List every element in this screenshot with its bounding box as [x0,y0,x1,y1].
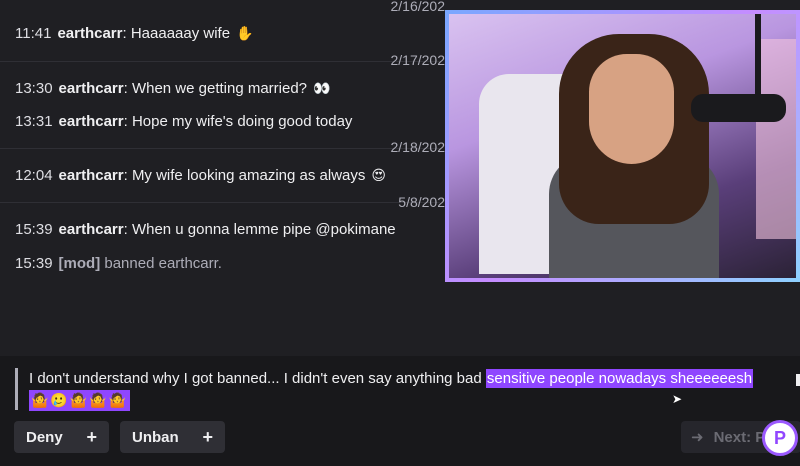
quote-bar [15,368,18,410]
message-text: When we getting married? [131,80,308,97]
appeal-text-plain: I don't understand why I got banned... I… [29,370,486,387]
streamer-face [589,54,674,164]
scrollbar[interactable] [796,374,800,386]
plus-icon: + [202,426,213,447]
message-username[interactable]: earthcarr [59,221,124,238]
message-username[interactable]: earthcarr [59,167,124,184]
mod-action-text: banned earthcarr. [104,255,222,272]
message-text: Haaaaaay wife [130,25,231,42]
message-username[interactable]: earthcarr [59,80,124,97]
mouse-cursor-icon: ➤ [672,392,683,406]
message-time: 13:30 [15,80,53,97]
date-separator: 2/17/202 [390,52,446,68]
unban-label: Unban [132,428,179,446]
mic-arm [755,14,761,104]
divider [0,61,440,62]
unban-request-panel: I don't understand why I got banned... I… [0,356,800,466]
next-label: Next: P [713,428,766,446]
appeal-emojis: 🤷🥲🤷🤷🤷 [29,390,131,411]
emote-icon: 👀 [313,80,331,96]
chat-message: 13:30 earthcarr: When we getting married?… [15,80,331,97]
deny-label: Deny [26,428,63,446]
microphone-icon [691,94,786,122]
emote-icon: ✋ [236,25,254,41]
message-username[interactable]: earthcarr [57,25,122,42]
background-lamp [756,39,796,239]
divider [0,202,440,203]
message-username[interactable]: earthcarr [59,113,124,130]
arrow-right-icon: ➜ [691,429,704,446]
date-separator: 2/16/202 [390,0,446,14]
unban-button[interactable]: Unban + [120,421,225,453]
webcam-overlay [445,10,800,282]
plus-icon: + [86,426,97,447]
message-time: 15:39 [15,221,53,238]
appeal-message: I don't understand why I got banned... I… [29,369,754,388]
chat-message: 15:39 earthcarr: When u gonna lemme pipe … [15,221,396,238]
message-text: Hope my wife's doing good today [131,113,353,130]
message-time: 11:41 [15,25,52,42]
message-time: 15:39 [15,255,53,272]
channel-logo-icon: P [762,420,798,456]
message-text: When u gonna lemme pipe @pokimane [131,221,396,238]
chat-message: 11:41 earthcarr: Haaaaaay wife ✋ [15,25,254,42]
mod-action-message: 15:39 [mod] banned earthcarr. [15,255,222,272]
chat-message: 13:31 earthcarr: Hope my wife's doing goo… [15,113,353,130]
chat-message: 12:04 earthcarr: My wife looking amazing … [15,167,386,184]
appeal-text-highlight: sensitive people nowadays sheeeeeesh [485,369,754,388]
date-separator: 2/18/202 [390,139,446,155]
deny-button[interactable]: Deny + [14,421,109,453]
divider [0,148,440,149]
date-separator: 5/8/202 [398,194,445,210]
mod-tag: [mod] [58,255,101,272]
message-time: 13:31 [15,113,53,130]
message-text: My wife looking amazing as always [131,167,366,184]
emote-icon: 😍 [371,167,386,183]
message-time: 12:04 [15,167,53,184]
